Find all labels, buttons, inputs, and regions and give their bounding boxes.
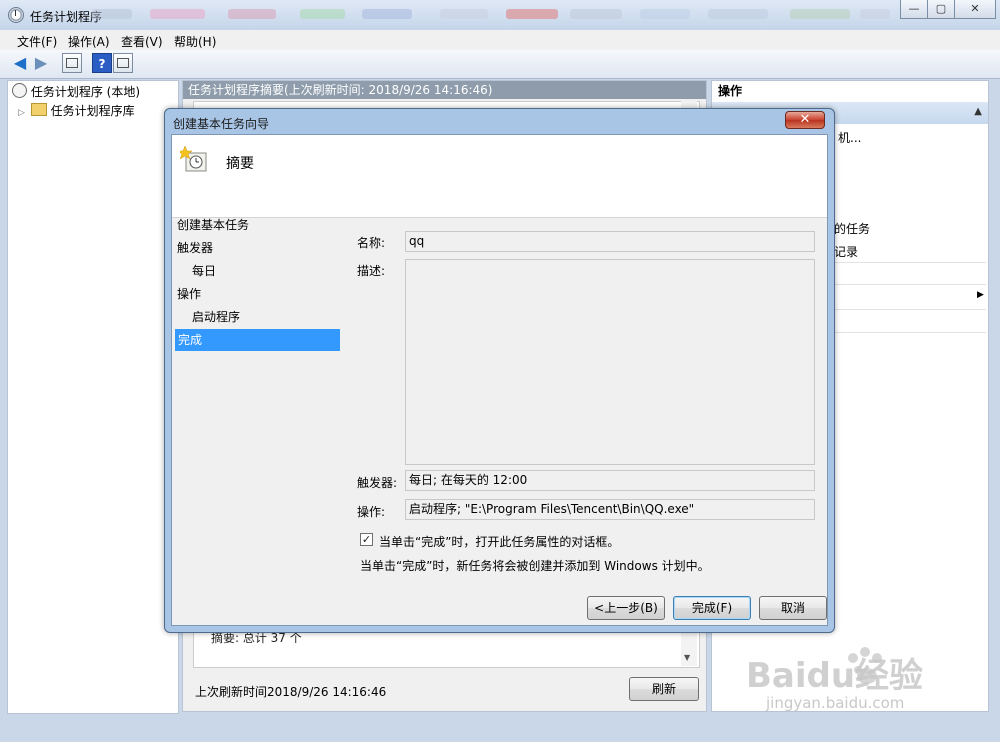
step-daily[interactable]: 每日 [192,260,216,282]
divider [172,217,827,218]
trigger-label: 触发器: [357,476,398,490]
watermark-url: jingyan.baidu.com [766,694,905,712]
step-trigger[interactable]: 触发器 [177,237,213,259]
finish-button[interactable]: 完成(F) [673,596,751,620]
tree-root-label: 任务计划程序 (本地) [30,85,141,99]
last-refresh-text: 上次刷新时间2018/9/26 14:16:46 [195,685,387,699]
action-label: 操作: [357,505,386,519]
blurred-item [440,9,488,19]
dialog-title: 创建基本任务向导 [173,117,270,131]
blurred-item [640,9,690,19]
dialog-close-button[interactable]: ✕ [785,111,825,129]
summary-header: 任务计划程序摘要(上次刷新时间: 2018/9/26 14:16:46) [183,81,706,99]
step-finish[interactable]: 完成 [175,329,340,351]
tree-item-root[interactable]: 任务计划程序 (本地) [12,83,140,101]
description-field[interactable] [405,259,815,465]
checkbox-label[interactable]: 当单击“完成”时，打开此任务属性的对话框。 [379,533,619,550]
description-label: 描述: [357,264,386,278]
blurred-item [362,9,412,19]
task-clock-icon [177,145,208,173]
trigger-field: 每日; 在每天的 12:00 [405,470,815,491]
info-text: 当单击“完成”时，新任务将会被创建并添加到 Windows 计划中。 [360,559,710,573]
submenu-arrow-icon[interactable]: ▶ [977,290,984,300]
folder-icon [30,103,47,116]
create-basic-task-dialog: 创建基本任务向导 ✕ 摘要 创建基本任务 触发器 每日 操作 启动程序 完成 名… [164,108,835,633]
blurred-item [708,9,768,19]
blurred-item [570,9,622,19]
menu-view[interactable]: 查看(V) [121,33,163,50]
blurred-item [790,9,850,19]
help-icon[interactable]: ? [92,53,112,73]
close-button[interactable]: ✕ [954,0,996,19]
menu-file[interactable]: 文件(F) [17,33,57,50]
name-field[interactable]: qq [405,231,815,252]
minimize-button[interactable]: — [900,0,928,19]
step-action[interactable]: 操作 [177,283,201,305]
back-arrow-icon[interactable]: ◀ [10,53,30,73]
blurred-item [92,9,132,19]
title-bar: 任务计划程序 — ▢ ✕ [0,0,1000,30]
show-hide-tree-icon[interactable] [62,53,82,73]
clock-icon [12,83,27,98]
main-window: 任务计划程序 — ▢ ✕ 文件(F) 操作(A) 查看(V) 帮助(H) ◀ ▶… [0,0,1000,742]
blurred-item [300,9,345,19]
action-field: 启动程序; "E:\Program Files\Tencent\Bin\QQ.e… [405,499,815,520]
menu-help[interactable]: 帮助(H) [174,33,216,50]
blurred-item [228,9,276,19]
action-item-partial[interactable]: 记录 [834,243,858,260]
dialog-header: 摘要 [172,135,827,217]
menu-bar: 文件(F) 操作(A) 查看(V) 帮助(H) [0,30,1000,50]
back-button[interactable]: <上一步(B) [587,596,665,620]
tree-item-library[interactable]: ▷ 任务计划程序库 [18,102,135,120]
name-label: 名称: [357,236,386,250]
action-pane-icon[interactable] [113,53,133,73]
forward-arrow-icon[interactable]: ▶ [31,53,51,73]
clock-icon [8,7,24,23]
expand-arrow-icon[interactable]: ▷ [18,108,25,118]
tree-library-label: 任务计划程序库 [50,104,135,118]
blurred-item [150,9,205,19]
step-start-program[interactable]: 启动程序 [192,306,240,328]
watermark-brand: Baidu经验 [746,656,924,696]
window-controls: — ▢ ✕ [900,0,996,20]
dialog-heading: 摘要 [226,156,254,172]
action-item-partial[interactable]: 的任务 [834,220,870,237]
actions-header: 操作 [712,81,988,101]
step-create-task[interactable]: 创建基本任务 [177,214,249,236]
blurred-item [506,9,558,19]
refresh-button[interactable]: 刷新 [629,677,699,701]
collapse-icon[interactable]: ▲ [974,106,982,117]
cancel-button[interactable]: 取消 [759,596,827,620]
action-item-partial[interactable]: 机... [838,129,861,146]
menu-action[interactable]: 操作(A) [68,33,110,50]
dialog-body: 摘要 创建基本任务 触发器 每日 操作 启动程序 完成 名称: qq 描述: 触… [171,134,828,626]
blurred-item [860,9,890,19]
open-properties-checkbox[interactable]: ✓ [360,533,373,546]
scroll-down-icon[interactable]: ▼ [684,653,690,662]
toolbar: ◀ ▶ ? [0,50,1000,79]
maximize-button[interactable]: ▢ [927,0,955,19]
baidu-watermark: Baidu经验 jingyan.baidu.com [746,636,986,726]
navigation-tree: 任务计划程序 (本地) ▷ 任务计划程序库 [7,80,179,714]
